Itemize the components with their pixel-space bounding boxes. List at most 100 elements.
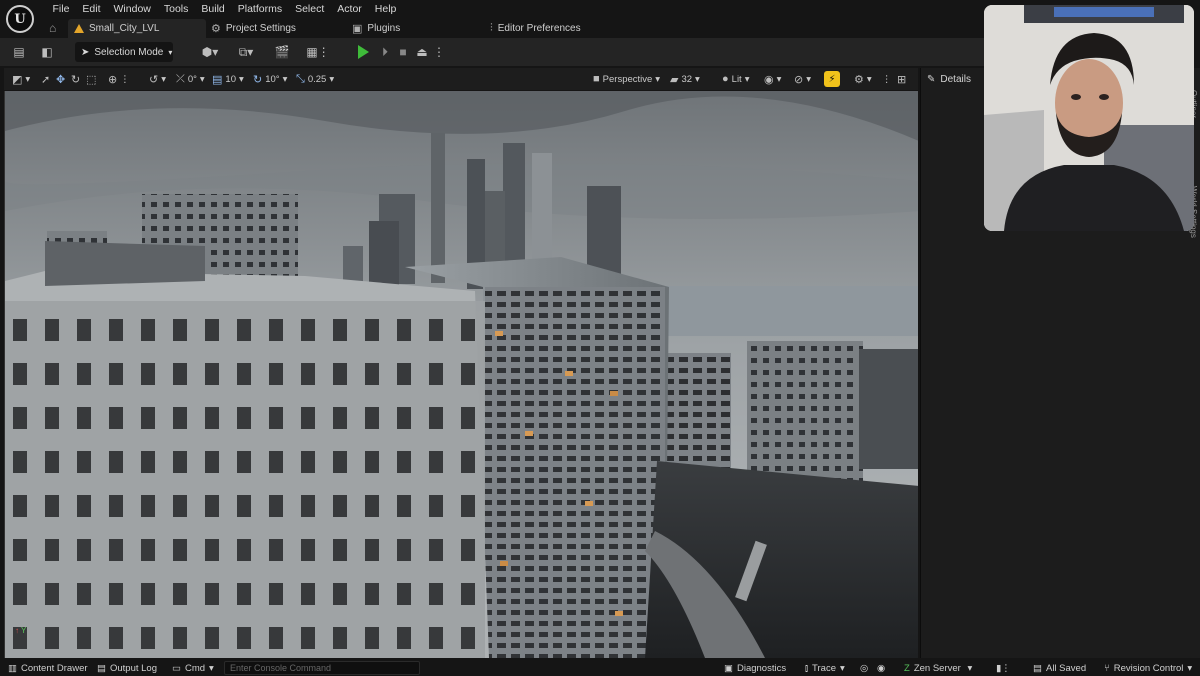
content-drawer-button[interactable]: ▥ Content Drawer [8, 662, 88, 675]
menu-platforms[interactable]: Platforms [231, 0, 288, 19]
menu-tools[interactable]: Tools [157, 0, 195, 19]
tab-editor-preferences-label: Editor Preferences [497, 23, 581, 34]
home-icon[interactable]: ⌂ [49, 22, 61, 34]
chevron-down-icon: ▾ [168, 47, 173, 57]
settings-icon: ⚙ [211, 23, 221, 35]
output-log-label: Output Log [109, 663, 157, 674]
tab-level-label: Small_City_LVL [89, 23, 160, 34]
menu-window[interactable]: Window [107, 0, 157, 19]
all-saved-label: All Saved [1045, 663, 1087, 674]
grid-snap-value: 10 [225, 73, 236, 85]
scale-snap[interactable]: ⤡ 0.25 ▾ [296, 72, 334, 86]
city-scene [5, 91, 918, 658]
realtime-icon[interactable]: ⊘ ▾ [794, 72, 811, 86]
eject-icon[interactable]: ⏏ [414, 44, 430, 60]
zen-server-dropdown[interactable]: Z Zen Server ▾ [904, 662, 972, 675]
show-flags-icon[interactable]: ◉ ▾ [764, 72, 781, 86]
trace-label: Trace [812, 663, 836, 674]
diagnostics-label: Diagnostics [736, 663, 787, 674]
rotation-snap-value: 0° [187, 73, 197, 85]
play-icon[interactable] [358, 45, 369, 59]
tab-plugins[interactable]: ▣ Plugins [352, 19, 400, 38]
menu-build[interactable]: Build [195, 0, 231, 19]
tab-project-settings-label: Project Settings [225, 23, 296, 34]
save-stack-icon: ▤ [1033, 663, 1042, 674]
diagnostics-button[interactable]: ▣ Diagnostics [724, 662, 786, 675]
tab-level[interactable]: Small_City_LVL [68, 19, 206, 38]
screenshot-icon[interactable]: ◉ [877, 662, 885, 675]
trace-dropdown[interactable]: ⫾ Trace ▾ [805, 662, 845, 675]
log-icon: ▤ [97, 663, 106, 674]
platforms-icon[interactable]: ▦⋮ [306, 44, 330, 60]
save-icon[interactable]: ▤ [12, 44, 26, 60]
cursor-icon: ➤ [81, 46, 90, 58]
tab-plugins-label: Plugins [367, 23, 401, 34]
presenter-image [984, 5, 1194, 231]
revision-control-dropdown[interactable]: ⑂ Revision Control ▾ [1104, 662, 1192, 675]
viewport-options-icon[interactable]: ◩ ▾ [12, 72, 30, 86]
console-input[interactable]: Enter Console Command [224, 661, 420, 675]
level-icon [74, 24, 84, 33]
menu-edit[interactable]: Edit [76, 0, 107, 19]
tab-project-settings[interactable]: ⚙ Project Settings [211, 19, 296, 38]
step-icon[interactable]: ⏵ [378, 44, 392, 60]
details-tab[interactable]: ✎ Details [927, 71, 971, 87]
terminal-icon: ▭ [172, 663, 181, 674]
zen-icon: Z [904, 663, 910, 674]
details-title: Details [940, 73, 971, 85]
zen-server-label: Zen Server [913, 663, 961, 674]
menu-bar: U File Edit Window Tools Build Platforms… [0, 0, 984, 33]
add-actor-icon[interactable]: ⬢▾ [198, 44, 222, 60]
menu-file[interactable]: File [46, 0, 76, 19]
selection-mode-dropdown[interactable]: ➤ Selection Mode ▾ [75, 42, 173, 62]
lit-dropdown[interactable]: ● Lit ▾ [722, 72, 749, 86]
level-viewport[interactable]: ↑ Y [4, 91, 918, 658]
rotate-tool-icon[interactable]: ↻ [71, 72, 80, 86]
perspective-label: Perspective [602, 73, 653, 85]
diagnostics-icon: ▣ [724, 663, 733, 674]
translate-tool-icon[interactable]: ✥ [56, 72, 65, 86]
cinematics-icon[interactable]: 🎬 [270, 44, 294, 60]
viewport-more-icon[interactable]: ⋮ [882, 72, 892, 86]
scale-tool-icon[interactable]: ⬚ [86, 72, 96, 86]
tab-editor-preferences[interactable]: ⫶ Editor Preferences [490, 19, 581, 38]
content-drawer-label: Content Drawer [20, 663, 88, 674]
menu-actor[interactable]: Actor [331, 0, 369, 19]
menu-items: File Edit Window Tools Build Platforms S… [46, 0, 403, 19]
world-space-icon[interactable]: ⊕ ⋮ [108, 72, 130, 86]
all-saved-button[interactable]: ▤ All Saved [1033, 662, 1086, 675]
blueprints-icon[interactable]: ⧉▾ [234, 44, 258, 60]
camera-speed-dropdown[interactable]: ▰ 32 ▾ [670, 72, 700, 86]
rotation-snap[interactable]: ⤫ 0° ▾ [176, 72, 205, 86]
branch-icon: ⑂ [1104, 663, 1110, 674]
more-options-icon[interactable]: ⋮ [433, 44, 445, 60]
pencil-icon: ✎ [927, 73, 936, 85]
cmd-dropdown[interactable]: ▭ Cmd ▾ [172, 662, 214, 675]
record-icon[interactable]: ◎ [860, 662, 868, 675]
game-view-toggle-icon[interactable]: ⚡ [824, 71, 840, 87]
drawer-icon: ▥ [8, 663, 17, 674]
revision-control-label: Revision Control [1113, 663, 1184, 674]
scale-snap-value: 0.25 [307, 73, 327, 85]
menu-help[interactable]: Help [368, 0, 403, 19]
angle-snap[interactable]: ↻ 10° ▾ [253, 72, 287, 86]
tab-bar: ⌂ Small_City_LVL ⚙ Project Settings ▣ Pl… [0, 19, 984, 38]
perspective-dropdown[interactable]: ■ Perspective ▾ [593, 72, 660, 86]
stats-icon[interactable]: ▮⋮ [996, 662, 1011, 675]
stop-icon[interactable]: ■ [396, 44, 410, 60]
main-toolbar: ▤ ◧ ➤ Selection Mode ▾ ⬢▾ ⧉▾ 🎬 ▦⋮ ⏵ ■ ⏏ … [0, 38, 984, 66]
grid-snap[interactable]: ▤ 10 ▾ [212, 72, 244, 86]
axis-gizmo-icon: ↑ Y [15, 626, 27, 635]
output-log-button[interactable]: ▤ Output Log [97, 662, 157, 675]
unreal-logo-icon[interactable]: U [6, 5, 34, 33]
viewport-layout-icon[interactable]: ⊞ [897, 72, 906, 86]
selection-mode-label: Selection Mode [94, 46, 164, 58]
viewport-toolbar: ◩ ▾ ➚ ✥ ↻ ⬚ ⊕ ⋮ ↺ ▾ ⤫ 0° ▾ ▤ 10 ▾ ↻ 10° ▾ ⤡ 0.25 ▾ … [4, 68, 918, 90]
viewport-settings-icon[interactable]: ⚙ ▾ [854, 72, 872, 86]
content-browser-icon[interactable]: ◧ [39, 44, 55, 60]
status-bar: ▥ Content Drawer ▤ Output Log ▭ Cmd ▾ Enter … [0, 660, 1200, 676]
surface-snap-icon[interactable]: ↺ ▾ [149, 72, 166, 86]
plugin-icon: ▣ [352, 23, 363, 35]
select-tool-icon[interactable]: ➚ [41, 72, 50, 86]
menu-select[interactable]: Select [289, 0, 331, 19]
